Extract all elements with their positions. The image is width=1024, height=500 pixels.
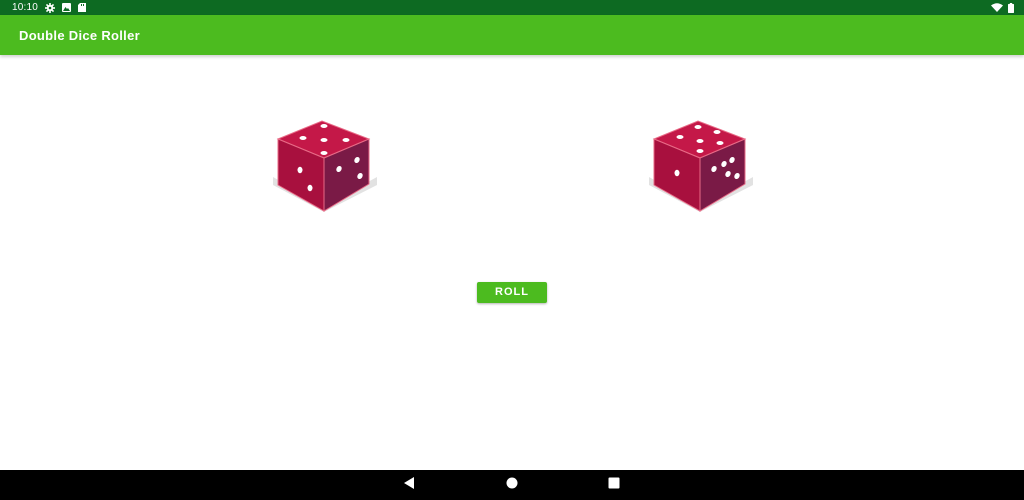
back-button[interactable] <box>394 470 424 500</box>
status-bar: 10:10 <box>0 0 1024 15</box>
app-bar: Double Dice Roller <box>0 15 1024 55</box>
back-icon <box>403 476 415 494</box>
wifi-icon <box>991 3 1003 12</box>
left-die-image <box>270 113 380 217</box>
home-icon <box>506 476 518 494</box>
status-right <box>991 0 1014 15</box>
photo-icon <box>62 3 72 12</box>
app-title: Double Dice Roller <box>19 28 140 43</box>
battery-icon <box>1008 2 1014 13</box>
gear-icon <box>45 2 56 13</box>
app-screen: 10:10 Double Dice Roller ROLL <box>0 0 1024 500</box>
recents-icon <box>608 476 620 494</box>
status-left: 10:10 <box>12 0 87 15</box>
nav-bar <box>0 470 1024 500</box>
recents-button[interactable] <box>599 470 629 500</box>
roll-button[interactable]: ROLL <box>477 282 547 303</box>
home-button[interactable] <box>497 470 527 500</box>
status-time: 10:10 <box>12 2 39 13</box>
sd-card-icon <box>78 3 87 12</box>
right-die-image <box>646 113 756 217</box>
